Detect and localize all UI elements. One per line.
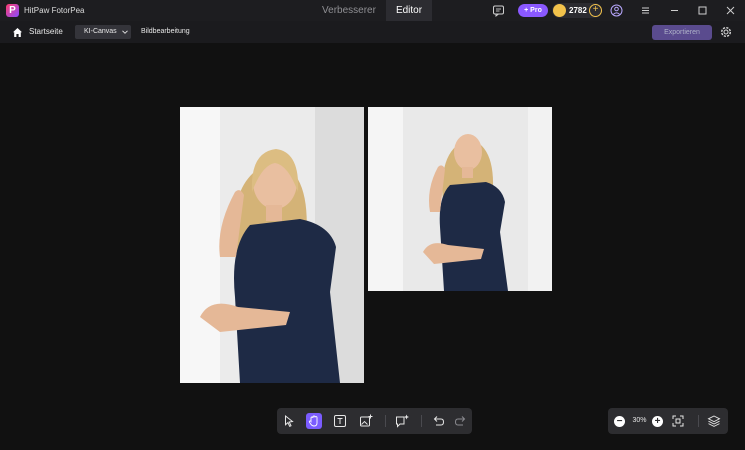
fit-to-screen-icon[interactable] [671,414,685,428]
tab-verbesserer[interactable]: Verbesserer [312,0,386,21]
ai-comment-tool-icon[interactable] [394,413,410,429]
select-tool-icon[interactable] [281,413,297,429]
dropdown-label: KI-Canvas [84,28,117,35]
settings-gear-icon[interactable] [719,25,733,39]
layers-icon[interactable] [707,414,721,428]
toolbar-divider [385,415,386,427]
coin-count: 2782 [569,6,587,15]
tab-editor[interactable]: Editor [386,0,432,21]
undo-icon[interactable] [430,413,446,429]
text-tool-icon[interactable] [332,413,348,429]
canvas-image-portrait[interactable] [180,107,364,383]
menu-icon[interactable] [638,3,653,18]
home-link[interactable]: Startseite [29,21,63,43]
zoom-out-button[interactable]: − [614,416,625,427]
bottom-toolbar [277,408,472,434]
canvas-image-square[interactable] [368,107,552,291]
zoom-controls: − 30% + [608,408,728,434]
app-logo-icon: P [6,4,19,17]
canvas-mode-dropdown[interactable]: KI-Canvas [75,25,131,39]
coin-balance: 2782 + [552,3,602,18]
canvas-area[interactable] [0,43,745,450]
zoom-divider [698,415,699,427]
coin-icon [553,4,566,17]
image-editing-link[interactable]: Bildbearbeitung [141,21,190,43]
navigation-bar: Startseite KI-Canvas Bildbearbeitung Exp… [0,21,745,43]
account-icon[interactable] [609,3,624,18]
zoom-in-button[interactable]: + [652,416,663,427]
add-coins-button[interactable]: + [589,4,602,17]
zoom-level: 30% [632,417,647,424]
hand-tool-icon[interactable] [306,413,322,429]
feedback-icon[interactable] [491,3,506,18]
maximize-icon[interactable] [695,3,710,18]
export-button[interactable]: Exportieren [652,25,712,40]
add-image-tool-icon[interactable] [358,413,374,429]
redo-icon[interactable] [453,413,469,429]
chevron-down-icon [122,30,128,34]
close-icon[interactable] [723,3,738,18]
app-title: HitPaw FotorPea [24,6,85,15]
pro-upgrade-button[interactable]: + Pro [518,4,548,17]
home-icon[interactable] [12,27,23,38]
title-bar: P HitPaw FotorPea Verbesserer Editor + P… [0,0,745,21]
toolbar-divider [421,415,422,427]
minimize-icon[interactable] [667,3,682,18]
